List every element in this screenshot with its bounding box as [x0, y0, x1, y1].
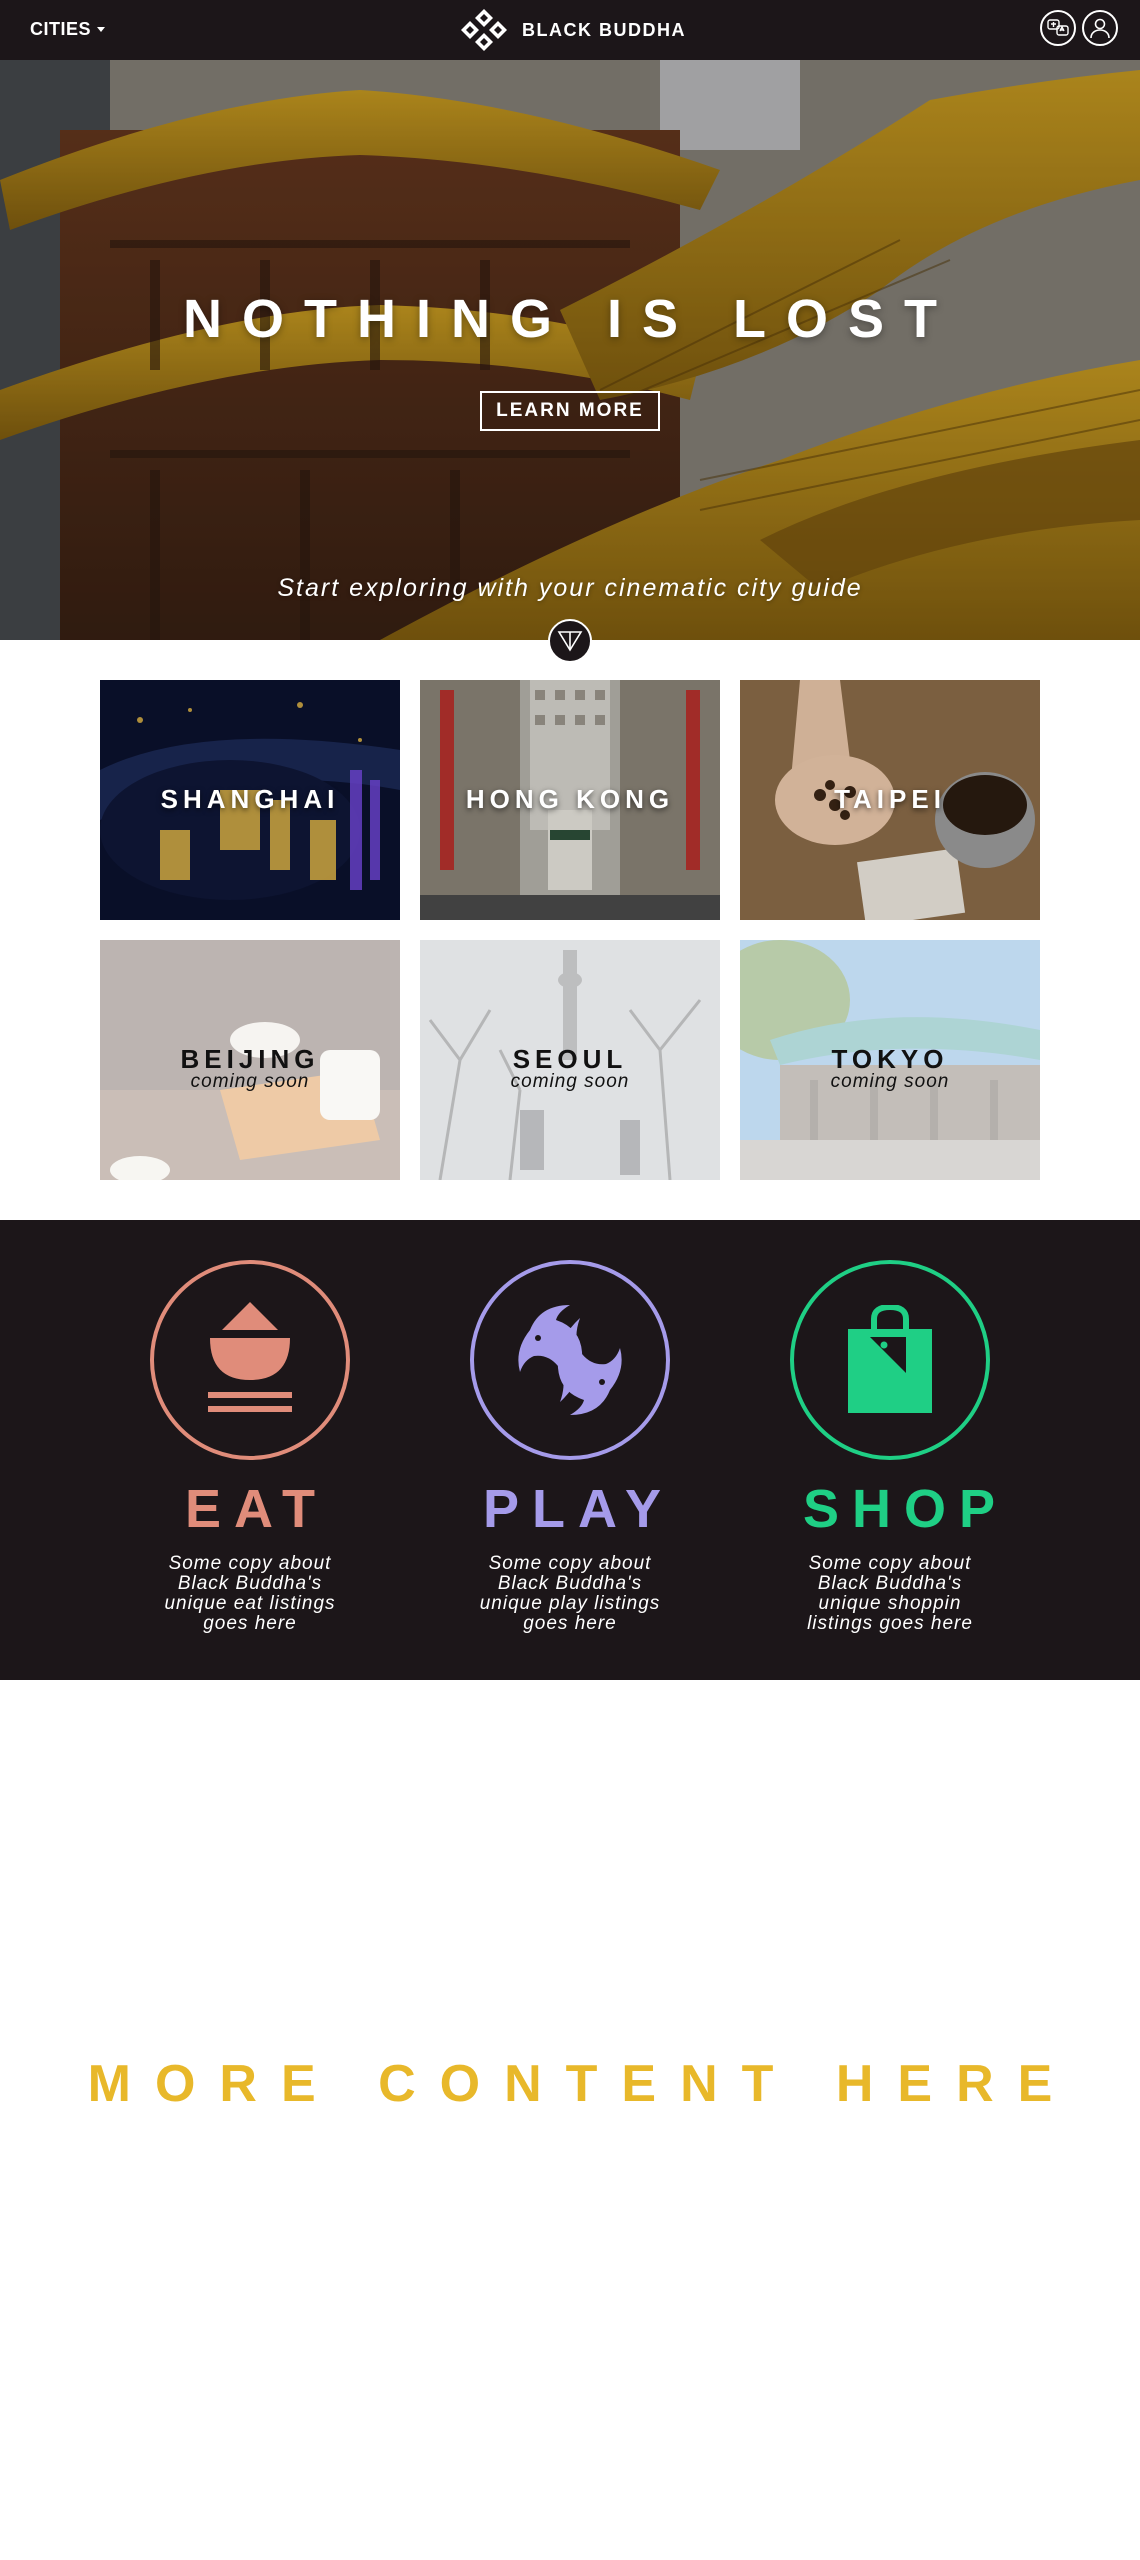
cities-dropdown[interactable]: CITIES — [30, 19, 106, 40]
bowl-icon — [208, 1302, 292, 1412]
coming-soon-label: coming soon — [510, 1071, 630, 1092]
cities-dropdown-label: CITIES — [30, 19, 92, 39]
category-title: PLAY — [483, 1479, 675, 1539]
city-name: TAIPEI — [834, 784, 946, 814]
city-name: HONG KONG — [465, 784, 675, 814]
top-navbar: CITIES BLACK BUDDHA — [0, 0, 1140, 60]
scroll-down-button[interactable] — [548, 619, 592, 663]
brand-logo-icon — [461, 9, 507, 51]
category-title: EAT — [185, 1479, 328, 1539]
category-eat[interactable]: EAT Some copy about Black Buddha's uniqu… — [150, 1260, 350, 1634]
city-card-hong-kong[interactable]: HONG KONG — [420, 680, 720, 920]
koi-fish-icon — [518, 1305, 622, 1415]
eat-icon-ring — [150, 1260, 350, 1460]
shopping-bag-icon — [848, 1305, 932, 1413]
temple-roofs-photo — [0, 60, 1140, 640]
city-card-seoul[interactable]: SEOUL coming soon — [420, 940, 720, 1180]
caret-down-icon — [97, 27, 106, 32]
category-copy: Some copy about Black Buddha's unique ea… — [164, 1553, 336, 1634]
city-card-taipei[interactable]: TAIPEI — [740, 680, 1040, 920]
user-icon — [1090, 18, 1110, 39]
hero-banner: NOTHING IS LOST LEARN MORE Start explori… — [0, 60, 1140, 640]
user-account-button[interactable] — [1082, 10, 1118, 46]
triangle-down-icon — [557, 631, 583, 652]
category-copy: Some copy about Black Buddha's unique pl… — [479, 1553, 661, 1634]
coming-soon-label: coming soon — [830, 1071, 950, 1092]
hero-title: NOTHING IS LOST — [182, 289, 957, 349]
brand-home-link[interactable]: BLACK BUDDHA — [458, 8, 686, 52]
learn-more-button[interactable]: LEARN MORE — [480, 391, 660, 431]
city-card-shanghai[interactable]: SHANGHAI — [100, 680, 400, 920]
city-name: SHANGHAI — [160, 784, 340, 814]
play-icon-ring — [470, 1260, 670, 1460]
brand-name: BLACK BUDDHA — [522, 19, 686, 40]
categories-section: EAT Some copy about Black Buddha's uniqu… — [0, 1220, 1140, 1680]
city-card-tokyo[interactable]: TOKYO coming soon — [740, 940, 1040, 1180]
city-card-beijing[interactable]: BEIJING coming soon — [100, 940, 400, 1180]
language-button[interactable] — [1040, 10, 1076, 46]
language-icon — [1047, 19, 1069, 36]
category-shop[interactable]: SHOP Some copy about Black Buddha's uniq… — [790, 1260, 1009, 1634]
category-title: SHOP — [803, 1479, 1009, 1539]
coming-soon-label: coming soon — [190, 1071, 310, 1092]
category-copy: Some copy about Black Buddha's unique sh… — [807, 1553, 973, 1634]
more-content-heading: MORE CONTENT HERE — [87, 2055, 1077, 2113]
hero-tagline: Start exploring with your cinematic city… — [277, 574, 863, 602]
category-play[interactable]: PLAY Some copy about Black Buddha's uniq… — [470, 1260, 670, 1634]
shop-icon-ring — [790, 1260, 990, 1460]
